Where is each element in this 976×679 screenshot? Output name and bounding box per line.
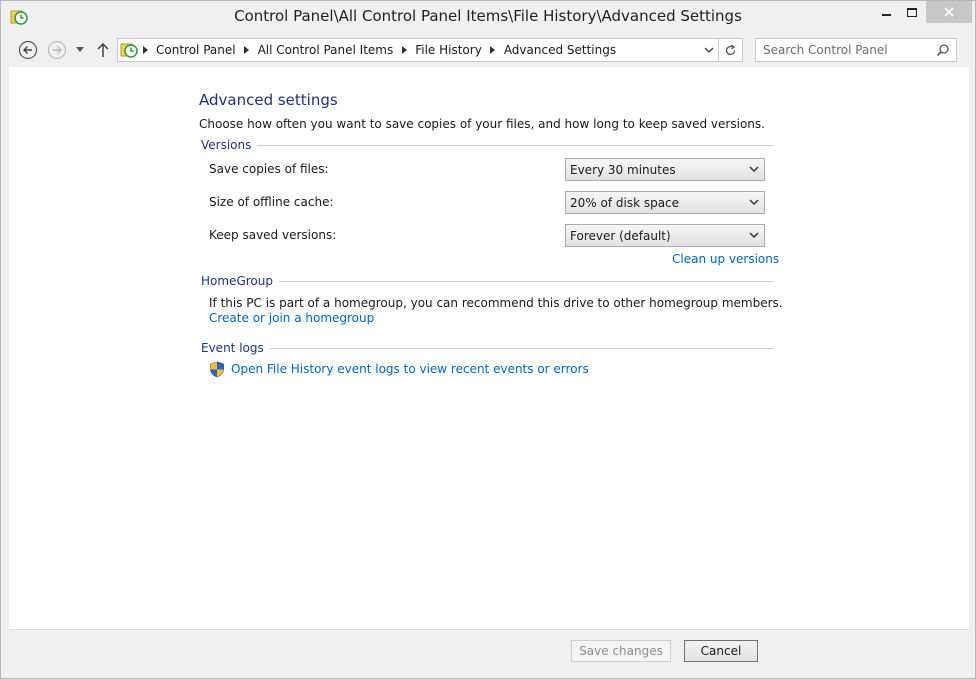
breadcrumb-control-panel[interactable]: Control Panel — [152, 43, 240, 57]
divider — [269, 347, 774, 349]
search-input[interactable] — [763, 43, 933, 57]
refresh-button[interactable] — [718, 39, 742, 61]
versions-group-header: Versions — [201, 137, 774, 153]
up-button[interactable] — [92, 39, 114, 61]
keep-versions-select[interactable]: Forever (default) — [565, 224, 765, 247]
divider — [257, 144, 774, 146]
page-description: Choose how often you want to save copies… — [199, 117, 765, 131]
breadcrumb-separator-icon[interactable] — [397, 46, 411, 54]
homegroup-group-header: HomeGroup — [201, 273, 774, 289]
window-title: Control Panel\All Control Panel Items\Fi… — [234, 7, 742, 25]
offline-cache-value: 20% of disk space — [570, 195, 680, 210]
divider — [278, 280, 774, 282]
homegroup-header-label: HomeGroup — [201, 274, 273, 288]
address-bar[interactable]: Control Panel All Control Panel Items Fi… — [117, 38, 743, 62]
title-bar: Control Panel\All Control Panel Items\Fi… — [1, 1, 975, 33]
forward-button[interactable] — [46, 39, 68, 61]
refresh-icon — [725, 43, 736, 55]
file-history-icon — [120, 43, 138, 58]
close-icon — [944, 7, 954, 17]
event-logs-group-header: Event logs — [201, 340, 774, 356]
breadcrumb-separator-icon[interactable] — [240, 46, 254, 54]
save-copies-label: Save copies of files: — [209, 162, 329, 176]
breadcrumb-separator-icon[interactable] — [486, 46, 500, 54]
minimize-icon — [881, 14, 891, 16]
breadcrumb-separator-icon[interactable] — [138, 46, 152, 54]
save-copies-value: Every 30 minutes — [570, 162, 676, 177]
chevron-down-icon — [746, 162, 762, 178]
save-copies-select[interactable]: Every 30 minutes — [565, 158, 765, 181]
search-box[interactable] — [755, 38, 957, 62]
offline-cache-label: Size of offline cache: — [209, 195, 334, 209]
keep-versions-label: Keep saved versions: — [209, 228, 337, 242]
keep-versions-value: Forever (default) — [570, 228, 671, 243]
versions-header-label: Versions — [201, 138, 252, 152]
breadcrumb-all-items[interactable]: All Control Panel Items — [254, 43, 398, 57]
search-icon[interactable] — [936, 43, 950, 57]
breadcrumb-advanced-settings[interactable]: Advanced Settings — [500, 43, 620, 57]
close-button[interactable] — [926, 1, 972, 23]
back-arrow-icon — [18, 40, 38, 60]
chevron-down-icon — [76, 47, 84, 52]
maximize-icon — [907, 7, 917, 17]
recent-locations-button[interactable] — [71, 39, 89, 61]
chevron-down-icon — [746, 228, 762, 244]
main-content: Advanced settings Choose how often you w… — [9, 67, 969, 629]
save-changes-button[interactable]: Save changes — [571, 640, 671, 662]
chevron-down-icon — [746, 195, 762, 211]
forward-arrow-icon — [47, 40, 67, 60]
event-logs-header-label: Event logs — [201, 341, 264, 355]
window: Control Panel\All Control Panel Items\Fi… — [0, 0, 976, 679]
up-arrow-icon — [97, 42, 109, 57]
cancel-button[interactable]: Cancel — [684, 640, 758, 662]
clean-up-versions-link[interactable]: Clean up versions — [672, 252, 779, 266]
button-bar: Save changes Cancel — [9, 629, 969, 672]
chevron-down-icon[interactable] — [702, 43, 716, 57]
uac-shield-icon — [210, 361, 224, 378]
back-button[interactable] — [17, 39, 39, 61]
create-homegroup-link[interactable]: Create or join a homegroup — [209, 311, 374, 325]
navigation-bar: Control Panel All Control Panel Items Fi… — [1, 34, 975, 66]
offline-cache-select[interactable]: 20% of disk space — [565, 191, 765, 214]
event-logs-link[interactable]: Open File History event logs to view rec… — [231, 362, 589, 376]
page-title: Advanced settings — [199, 91, 338, 109]
homegroup-description: If this PC is part of a homegroup, you c… — [209, 296, 783, 310]
maximize-button[interactable] — [897, 1, 927, 23]
breadcrumb-file-history[interactable]: File History — [411, 43, 486, 57]
